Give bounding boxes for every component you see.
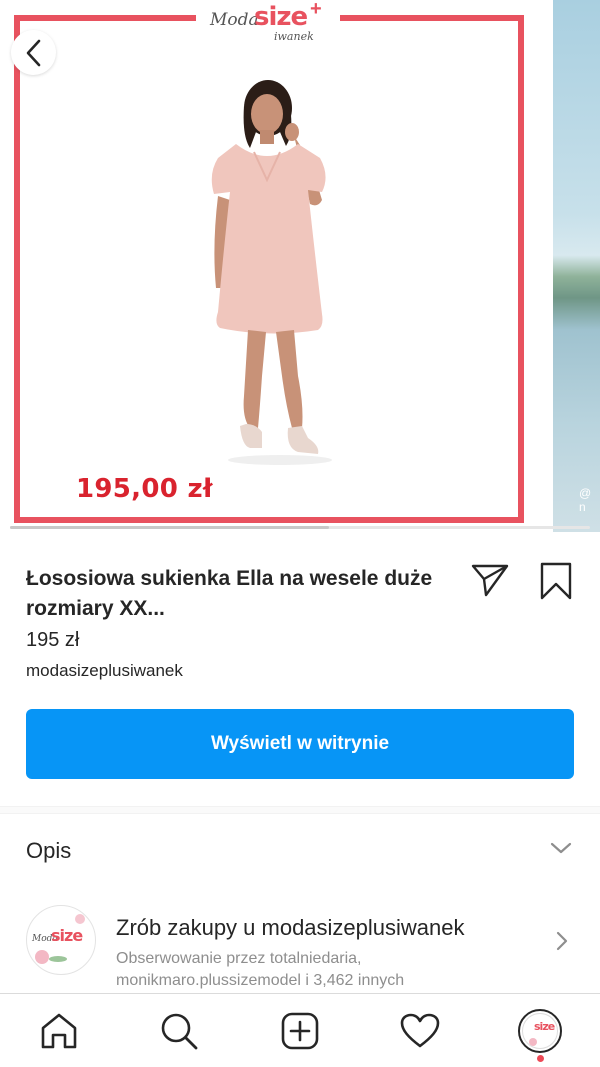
model-photo — [211, 80, 332, 465]
brand-logo-plus: + — [310, 0, 322, 20]
chevron-right-icon[interactable] — [554, 930, 570, 952]
nav-search[interactable] — [139, 994, 219, 1067]
brand-logo-sub: iwanek — [274, 30, 314, 43]
product-price: 195 zł — [26, 629, 80, 651]
home-icon — [41, 1013, 77, 1049]
shop-avatar-size: size — [51, 926, 83, 945]
search-icon — [161, 1013, 198, 1050]
chevron-down-icon[interactable] — [549, 838, 573, 858]
shop-row[interactable]: Moda size Zrób zakupy u modasizeplusiwan… — [0, 900, 600, 990]
chevron-left-icon — [26, 39, 40, 66]
section-divider — [0, 806, 600, 814]
bottom-nav: size — [0, 993, 600, 1067]
profile-avatar-text: size — [534, 1020, 555, 1033]
product-image-slide[interactable]: Moda size + iwanek 195,00 zł — [0, 0, 548, 532]
brand-logo-size: size — [254, 2, 308, 32]
shop-followers: Obserwowanie przez totalniedaria, monikm… — [116, 950, 405, 989]
avatar-flower — [529, 1038, 537, 1046]
avatar-flower — [35, 950, 49, 964]
next-slide-watermark: @ n — [579, 486, 592, 514]
product-image-carousel[interactable]: Moda size + iwanek 195,00 zł @ n — [0, 0, 600, 532]
brand-logo: Moda size + iwanek — [196, 0, 340, 46]
nav-home[interactable] — [19, 994, 99, 1067]
view-on-website-button[interactable]: Wyświetl w witrynie — [26, 709, 574, 779]
shop-avatar[interactable]: Moda size — [26, 905, 96, 975]
new-post-icon — [281, 1012, 319, 1050]
next-slide-preview[interactable]: @ n — [553, 0, 600, 532]
carousel-progress-fill — [10, 526, 329, 529]
product-title: Łososiowa sukienka Ella na wesele duże r… — [26, 567, 433, 620]
share-icon[interactable] — [470, 562, 510, 598]
price-overlay: 195,00 zł — [76, 474, 213, 504]
description-toggle[interactable]: Opis — [26, 838, 71, 864]
activity-heart-icon — [400, 1013, 440, 1048]
brand-logo-moda: Moda — [210, 10, 259, 30]
avatar-leaf — [49, 956, 67, 962]
bookmark-icon[interactable] — [538, 561, 574, 601]
product-seller[interactable]: modasizeplusiwanek — [26, 661, 183, 681]
profile-avatar-image: size — [522, 1013, 558, 1049]
profile-avatar: size — [518, 1009, 562, 1053]
notification-dot — [537, 1055, 544, 1062]
carousel-progress — [10, 526, 590, 529]
shop-title: Zrób zakupy u modasizeplusiwanek — [116, 915, 465, 940]
nav-new-post[interactable] — [260, 994, 340, 1067]
back-button[interactable] — [11, 30, 56, 75]
avatar-flower — [75, 914, 85, 924]
nav-activity[interactable] — [380, 994, 460, 1067]
